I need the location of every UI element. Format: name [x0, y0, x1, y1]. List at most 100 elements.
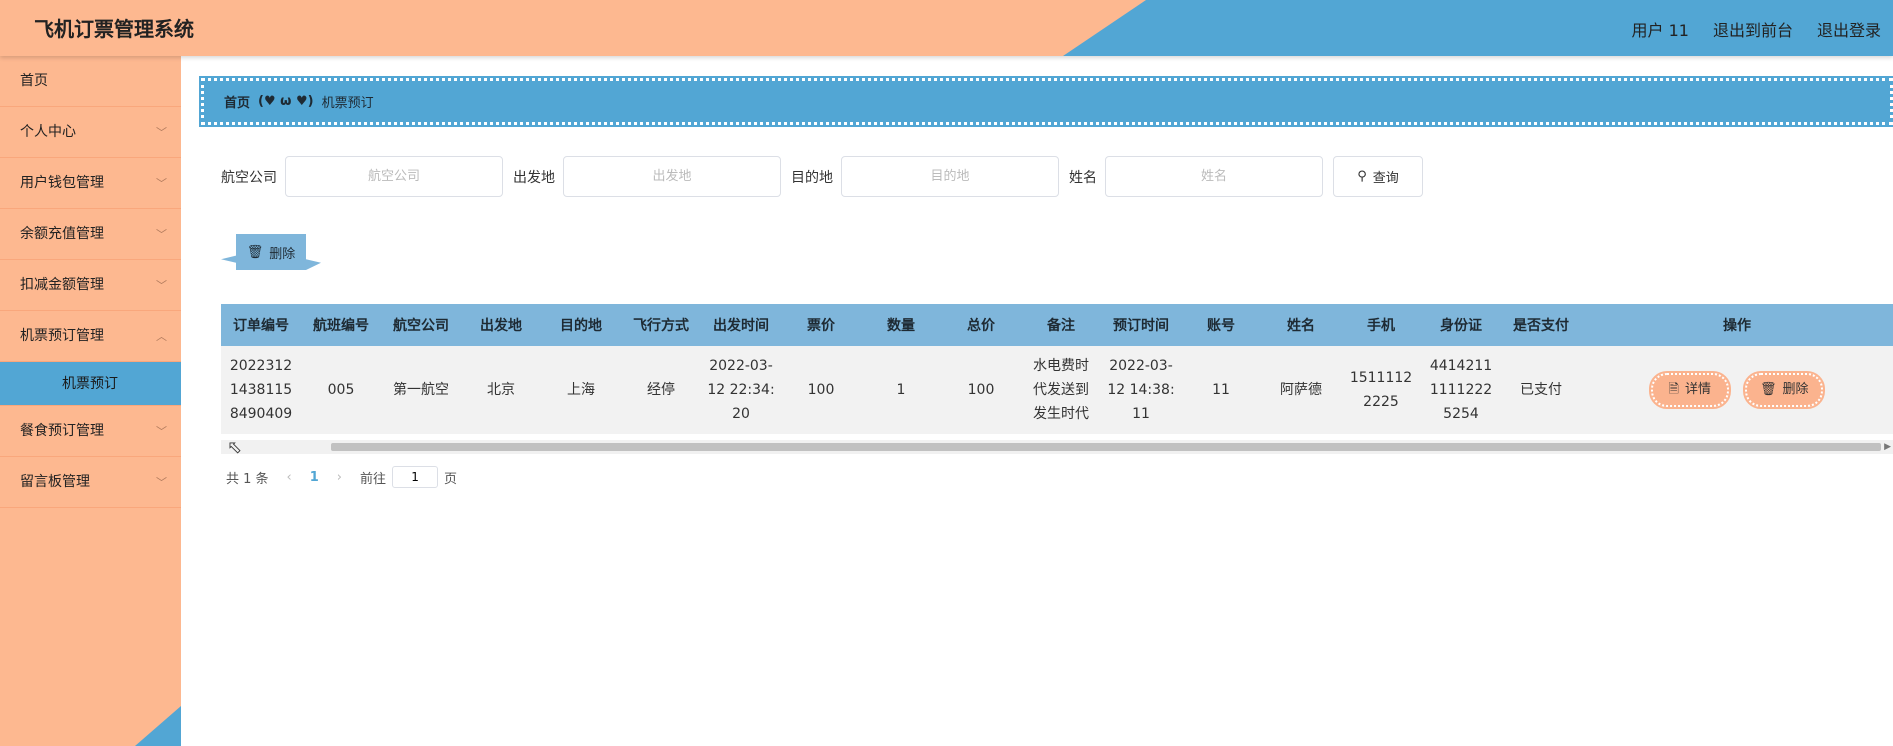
col-header: 身份证	[1421, 304, 1501, 346]
table-row[interactable]: 20223121438115 8490409 005 第一航空 北京 上海 经停…	[221, 346, 1893, 434]
sidebar-item-wallet[interactable]: 用户钱包管理 ﹀	[0, 158, 181, 209]
chevron-down-icon: ﹀	[156, 476, 167, 489]
cell-actions: 🗎 详情 🗑 删除	[1581, 346, 1893, 434]
pagination-total: 共 1 条	[226, 471, 269, 487]
document-icon: 🗎	[1668, 382, 1679, 397]
cell-account: 11	[1181, 346, 1261, 434]
sidebar-item-label: 用户钱包管理	[20, 175, 104, 191]
airline-label: 航空公司	[221, 169, 277, 186]
chevron-up-icon: ︿	[156, 330, 167, 343]
sidebar-corner-accent	[135, 706, 181, 746]
col-header: 飞行方式	[621, 304, 701, 346]
dest-input[interactable]	[841, 156, 1059, 197]
cell-origin: 北京	[461, 346, 541, 434]
mouse-cursor-icon: ⬁	[227, 437, 243, 458]
col-header: 手机	[1341, 304, 1421, 346]
sidebar-item-label: 扣减金额管理	[20, 277, 104, 293]
cell-price: 100	[781, 346, 861, 434]
dest-label: 目的地	[791, 169, 833, 186]
sidebar-item-message-board[interactable]: 留言板管理 ﹀	[0, 457, 181, 508]
breadcrumb: 首页 (♥ ω ♥) 机票预订	[199, 76, 1893, 127]
chevron-down-icon: ﹀	[156, 279, 167, 292]
cell-qty: 1	[861, 346, 941, 434]
cell-airline: 第一航空	[381, 346, 461, 434]
col-header: 出发地	[461, 304, 541, 346]
sidebar-item-deduction[interactable]: 扣减金额管理 ﹀	[0, 260, 181, 311]
cell-phone: 15111122225	[1341, 346, 1421, 434]
scroll-right-arrow-icon[interactable]: ▶	[1884, 440, 1891, 454]
col-header: 操作	[1581, 304, 1893, 346]
col-header: 目的地	[541, 304, 621, 346]
batch-delete-button[interactable]: 🗑 删除	[221, 234, 321, 270]
detail-button[interactable]: 🗎 详情	[1648, 371, 1731, 409]
main-content: 首页 (♥ ω ♥) 机票预订 航空公司 出发地 目的地 姓名 ⚲ 查询 🗑 删…	[181, 56, 1893, 746]
name-label: 姓名	[1069, 169, 1097, 186]
col-header: 是否支付	[1501, 304, 1581, 346]
search-form: 航空公司 出发地 目的地 姓名 ⚲ 查询	[221, 156, 1423, 197]
name-input[interactable]	[1105, 156, 1323, 197]
breadcrumb-home[interactable]: 首页	[224, 92, 250, 111]
sidebar-item-personal-center[interactable]: 个人中心 ﹀	[0, 107, 181, 158]
sidebar-item-label: 余额充值管理	[20, 226, 104, 242]
sidebar-item-home[interactable]: 首页	[0, 56, 181, 107]
header-links: 用户 11 退出到前台 退出登录	[1632, 17, 1881, 41]
pagination-goto: 前往 页	[360, 466, 457, 488]
col-header: 备注	[1021, 304, 1101, 346]
sidebar-item-label: 首页	[20, 73, 48, 89]
goto-suffix: 页	[444, 471, 458, 487]
scrollbar-thumb[interactable]	[331, 443, 1881, 451]
col-header: 航班编号	[301, 304, 381, 346]
cell-order-no: 20223121438115 8490409	[221, 346, 301, 434]
col-header: 总价	[941, 304, 1021, 346]
next-page-icon[interactable]: ›	[337, 470, 342, 485]
airline-input[interactable]	[285, 156, 503, 197]
goto-page-input[interactable]	[392, 466, 439, 488]
app-title: 飞机订票管理系统	[34, 17, 194, 41]
sidebar-item-ticket-booking-mgmt[interactable]: 机票预订管理 ︿	[0, 311, 181, 362]
col-header: 航空公司	[381, 304, 461, 346]
sidebar-item-label: 个人中心	[20, 124, 76, 140]
cell-mode: 经停	[621, 346, 701, 434]
current-user: 用户 11	[1631, 21, 1689, 40]
col-header: 预订时间	[1101, 304, 1181, 346]
booking-table: 订单编号 航班编号 航空公司 出发地 目的地 飞行方式 出发时间 票价 数量 总…	[221, 304, 1893, 434]
trash-icon: 🗑	[1759, 382, 1777, 397]
chevron-down-icon: ﹀	[156, 228, 167, 241]
cell-dest: 上海	[541, 346, 621, 434]
sidebar-item-label: 留言板管理	[20, 474, 90, 490]
query-button-label: 查询	[1372, 171, 1399, 186]
back-to-front-link[interactable]: 退出到前台	[1713, 17, 1793, 41]
horizontal-scrollbar[interactable]: ▶	[221, 440, 1893, 454]
origin-input[interactable]	[563, 156, 781, 197]
chevron-down-icon: ﹀	[156, 177, 167, 190]
cell-remark: 水电费时代发送到发生时代	[1021, 346, 1101, 434]
cell-book-time: 2022-03-12 14:38:11	[1101, 346, 1181, 434]
cell-name: 阿萨德	[1261, 346, 1341, 434]
row-delete-button[interactable]: 🗑 删除	[1743, 371, 1826, 409]
col-header: 账号	[1181, 304, 1261, 346]
sidebar-item-meal-booking[interactable]: 餐食预订管理 ﹀	[0, 406, 181, 457]
chevron-down-icon: ﹀	[156, 126, 167, 139]
top-header: 飞机订票管理系统 用户 11 退出到前台 退出登录	[0, 0, 1893, 56]
sidebar-item-label: 机票预订	[62, 376, 118, 392]
col-header: 姓名	[1261, 304, 1341, 346]
cell-flight-no: 005	[301, 346, 381, 434]
cell-id-card: 441421111112225254	[1421, 346, 1501, 434]
sidebar-subitem-ticket-booking[interactable]: 机票预订	[0, 362, 181, 406]
goto-label: 前往	[360, 471, 387, 487]
cell-paid: 已支付	[1501, 346, 1581, 434]
sidebar-item-recharge[interactable]: 余额充值管理 ﹀	[0, 209, 181, 260]
col-header: 数量	[861, 304, 941, 346]
sidebar: 首页 个人中心 ﹀ 用户钱包管理 ﹀ 余额充值管理 ﹀ 扣减金额管理 ﹀ 机票预…	[0, 56, 181, 746]
breadcrumb-separator: (♥ ω ♥)	[258, 94, 314, 109]
table-header-row: 订单编号 航班编号 航空公司 出发地 目的地 飞行方式 出发时间 票价 数量 总…	[221, 304, 1893, 346]
col-header: 出发时间	[701, 304, 781, 346]
pagination: 共 1 条 ‹ 1 › 前往 页	[226, 466, 457, 488]
prev-page-icon[interactable]: ‹	[287, 470, 292, 485]
chevron-down-icon: ﹀	[156, 425, 167, 438]
trash-icon: 🗑	[246, 244, 264, 260]
query-button[interactable]: ⚲ 查询	[1333, 156, 1423, 197]
logout-link[interactable]: 退出登录	[1817, 17, 1881, 41]
pagination-current-page[interactable]: 1	[310, 470, 319, 485]
row-delete-label: 删除	[1782, 382, 1809, 397]
